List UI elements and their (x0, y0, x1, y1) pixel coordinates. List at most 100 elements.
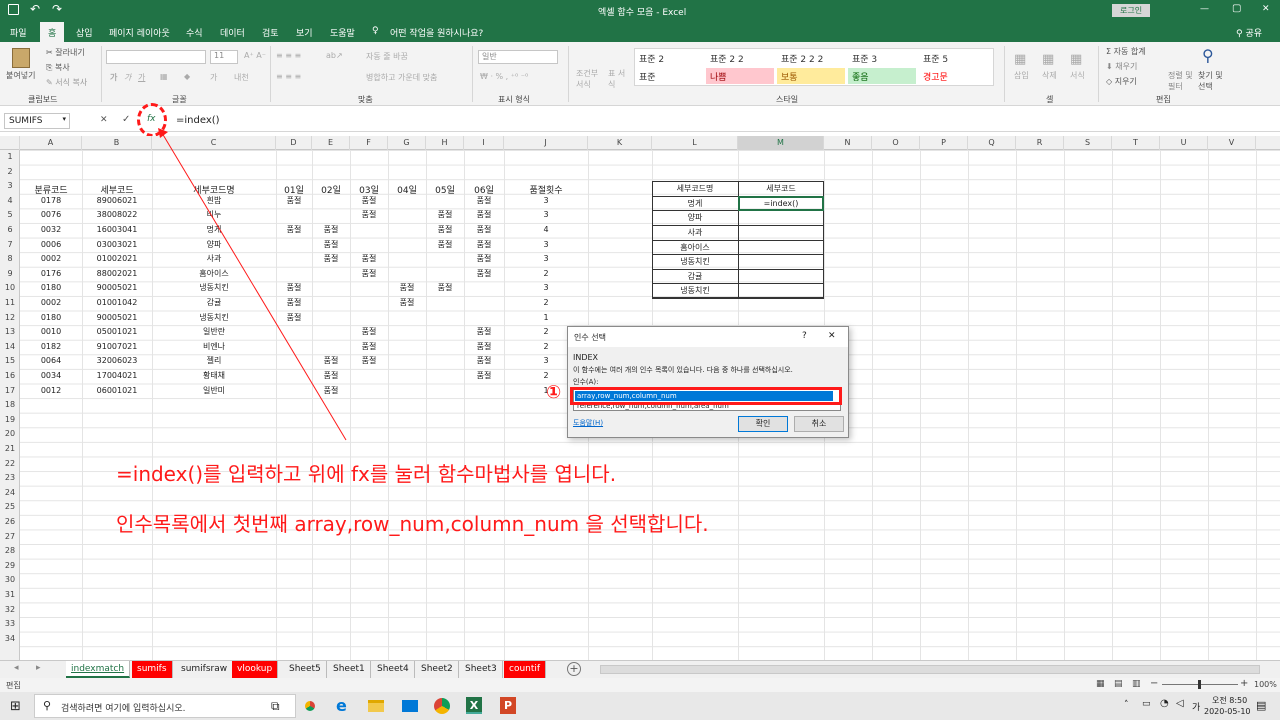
table-cell[interactable]: 2 (504, 267, 588, 281)
page-break-icon[interactable]: ▥ (1132, 679, 1141, 689)
table-cell[interactable]: 0010 (20, 325, 82, 339)
table-cell[interactable]: 2 (504, 296, 588, 310)
tab-layout[interactable]: 페이지 레이아웃 (109, 26, 170, 39)
table-cell[interactable]: 4 (504, 223, 588, 237)
table-cell[interactable]: 품절 (350, 340, 388, 354)
table-cell[interactable] (464, 296, 504, 310)
table-cell[interactable]: 품절 (464, 208, 504, 222)
zoom-level[interactable]: 100% (1254, 680, 1277, 689)
column-header[interactable]: R (1016, 136, 1064, 150)
normal-view-icon[interactable]: ▦ (1096, 679, 1105, 689)
table-cell[interactable]: 0076 (20, 208, 82, 222)
column-header[interactable]: D (276, 136, 312, 150)
table-cell[interactable]: 0034 (20, 369, 82, 383)
lookup-name-cell[interactable]: 양파 (652, 211, 738, 225)
table-cell[interactable]: 0002 (20, 252, 82, 266)
column-header[interactable]: S (1064, 136, 1112, 150)
row-header[interactable]: 10 (0, 281, 20, 296)
tab-home[interactable]: 홈 (40, 22, 65, 42)
style-cell-bad[interactable]: 나쁨 (706, 68, 774, 84)
formula-input[interactable]: =index() (176, 115, 220, 126)
underline-icon[interactable]: 가 (138, 72, 145, 83)
table-cell[interactable] (276, 340, 312, 354)
cancel-icon[interactable]: ✕ (100, 115, 108, 125)
row-header[interactable]: 13 (0, 325, 20, 340)
table-cell[interactable]: 품절 (350, 252, 388, 266)
table-cell[interactable]: 품절 (312, 252, 350, 266)
table-cell[interactable]: 0180 (20, 311, 82, 325)
table-cell[interactable]: 0180 (20, 281, 82, 295)
tray-up-icon[interactable]: ˄ (1124, 700, 1129, 710)
table-cell[interactable] (350, 296, 388, 310)
row-header[interactable]: 23 (0, 471, 20, 486)
table-cell[interactable]: 품절 (388, 281, 426, 295)
sheet-tab[interactable]: vlookup (232, 661, 279, 678)
table-cell[interactable]: 0012 (20, 384, 82, 398)
table-cell[interactable]: 일반란 (152, 325, 276, 339)
page-layout-icon[interactable]: ▤ (1114, 679, 1123, 689)
table-cell[interactable]: 06001021 (82, 384, 152, 398)
style-cell-neutral[interactable]: 보통 (777, 68, 845, 84)
sheet-tab[interactable]: Sheet2 (416, 661, 459, 678)
ime-icon[interactable]: 가 (1192, 700, 1200, 713)
font-color-icon[interactable]: 가 (210, 72, 217, 83)
lookup-name-cell[interactable]: 사과 (652, 226, 738, 240)
column-header[interactable]: V (1208, 136, 1256, 150)
conditional-format-button[interactable]: 조건부 서식 (576, 68, 606, 90)
row-header[interactable]: 29 (0, 559, 20, 574)
volume-icon[interactable]: ◁ (1176, 698, 1184, 709)
zoom-thumb[interactable] (1198, 680, 1201, 689)
table-cell[interactable]: 0176 (20, 267, 82, 281)
redo-icon[interactable]: ↷ (52, 2, 62, 16)
style-cell-warning[interactable]: 경고문 (919, 68, 987, 84)
font-name-box[interactable] (106, 50, 206, 64)
table-cell[interactable] (388, 354, 426, 368)
lookup-header-cell[interactable]: 세부코드명 (652, 182, 738, 196)
table-cell[interactable]: 88002021 (82, 267, 152, 281)
style-cell[interactable]: 표준 2 (635, 50, 703, 66)
column-header[interactable]: Q (968, 136, 1016, 150)
row-header[interactable]: 16 (0, 369, 20, 384)
table-cell[interactable] (388, 223, 426, 237)
table-cell[interactable]: 01001042 (82, 296, 152, 310)
table-cell[interactable]: 1 (504, 311, 588, 325)
table-cell[interactable] (350, 223, 388, 237)
row-header[interactable]: 30 (0, 573, 20, 588)
table-cell[interactable] (388, 340, 426, 354)
insert-cells-button[interactable]: 삽입 (1014, 70, 1029, 81)
table-cell[interactable]: 멍게 (152, 223, 276, 237)
table-cell[interactable] (276, 267, 312, 281)
table-format-button[interactable]: 표 서식 (608, 68, 632, 90)
merge-button[interactable]: 병합하고 가운데 맞춤 (366, 72, 437, 83)
table-cell[interactable] (426, 325, 464, 339)
table-cell[interactable] (350, 384, 388, 398)
excel-taskbar-icon[interactable]: X (466, 697, 482, 714)
row-header[interactable]: 11 (0, 296, 20, 311)
table-cell[interactable] (426, 311, 464, 325)
table-cell[interactable]: 품절 (388, 296, 426, 310)
task-view-icon[interactable]: ⧉ (271, 699, 280, 714)
dialog-close-button[interactable]: ✕ (828, 331, 836, 341)
tell-me-input[interactable]: 어떤 작업을 원하시나요? (390, 26, 483, 39)
style-cell[interactable]: 표준 2 2 (706, 50, 774, 66)
table-cell[interactable] (312, 194, 350, 208)
column-header[interactable]: U (1160, 136, 1208, 150)
cut-button[interactable]: ✂ 잘라내기 (46, 47, 85, 58)
column-header[interactable]: E (312, 136, 350, 150)
wrap-text-button[interactable]: 자동 줄 바꿈 (366, 51, 408, 62)
table-cell[interactable] (388, 369, 426, 383)
zoom-out-icon[interactable]: − (1150, 678, 1158, 689)
table-cell[interactable] (426, 384, 464, 398)
row-header[interactable]: 22 (0, 457, 20, 472)
table-cell[interactable]: 품절 (464, 238, 504, 252)
taskbar-search[interactable]: ⚲ 검색하려면 여기에 입력하십시오. (34, 694, 296, 718)
font-grow-icon[interactable]: A⁺ A⁻ (244, 51, 266, 60)
table-cell[interactable] (276, 369, 312, 383)
italic-icon[interactable]: 가 (124, 72, 131, 83)
format-cells-icon[interactable]: ▦ (1070, 52, 1082, 67)
find-icon[interactable]: ⚲ (1202, 46, 1214, 65)
signin-button[interactable]: 로그인 (1112, 4, 1151, 17)
table-cell[interactable]: 홈아이스 (152, 267, 276, 281)
powerpoint-taskbar-icon[interactable]: P (500, 697, 516, 714)
table-cell[interactable] (350, 311, 388, 325)
